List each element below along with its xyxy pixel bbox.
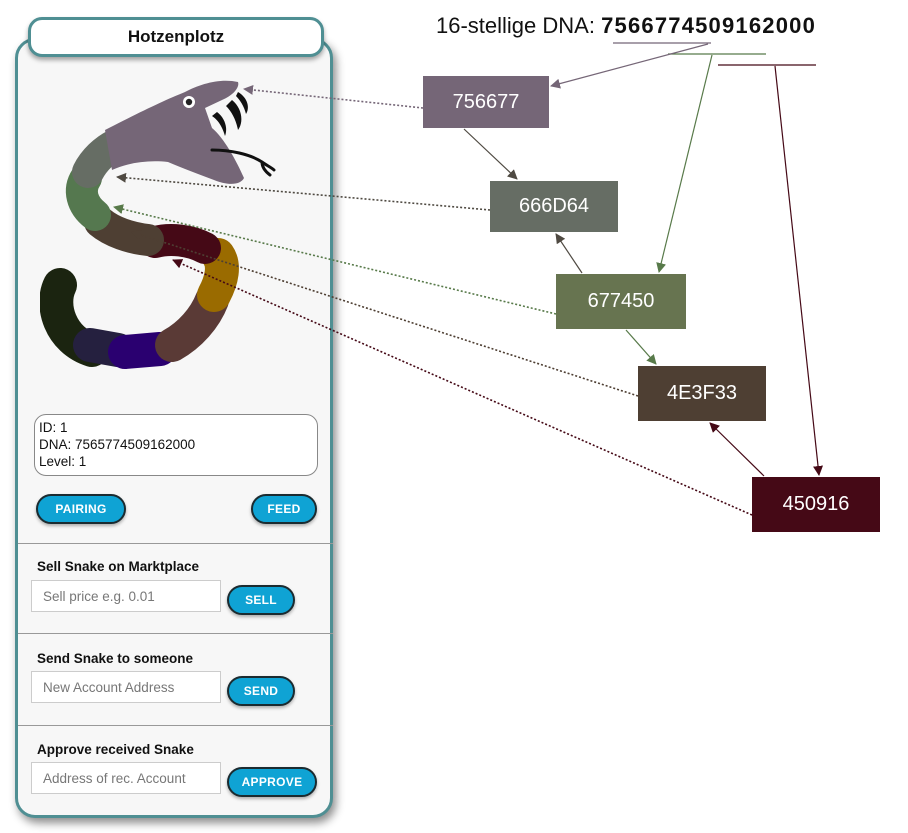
arrow-dna-to-756677 bbox=[550, 43, 709, 89]
snake-name-title: Hotzenplotz bbox=[28, 17, 324, 57]
arrow-756677-to-666D64 bbox=[463, 128, 518, 180]
dotted-arrow-body-color bbox=[113, 204, 557, 315]
arrow-677450-to-666D64 bbox=[555, 233, 583, 274]
dotted-arrow-red-color bbox=[172, 259, 753, 516]
arrow-677450-to-4E3F33 bbox=[625, 329, 657, 365]
arrow-dna-to-677450 bbox=[656, 54, 713, 273]
arrow-dna-to-450916 bbox=[774, 65, 824, 476]
dotted-arrow-head-color bbox=[243, 84, 424, 109]
dotted-arrow-neck-color bbox=[116, 172, 491, 211]
dotted-arrow-mid-color bbox=[131, 230, 639, 397]
connector-overlay bbox=[113, 42, 824, 516]
arrow-450916-to-4E3F33 bbox=[709, 422, 765, 477]
